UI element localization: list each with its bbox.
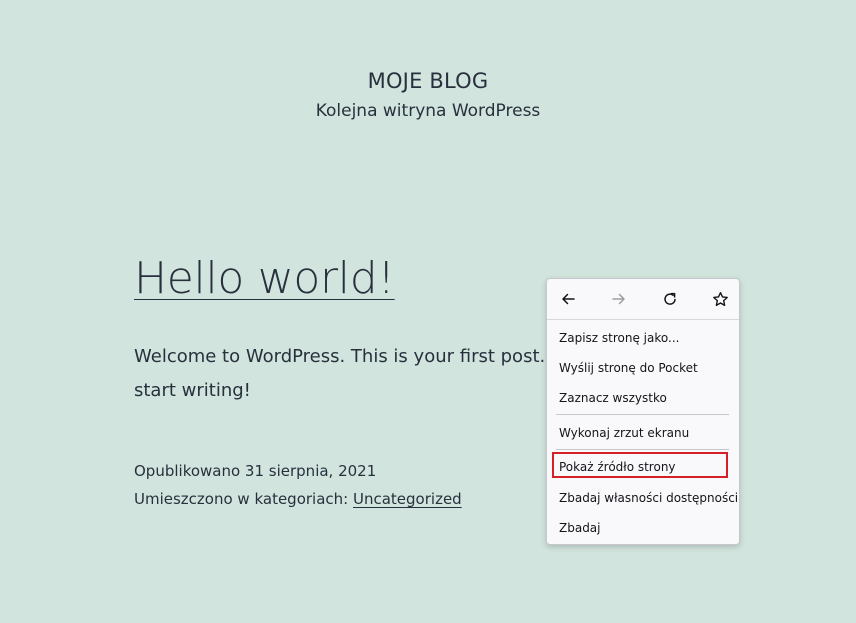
post-title-link[interactable]: Hello world! xyxy=(134,250,395,308)
forward-button[interactable] xyxy=(606,287,632,311)
post: Hello world! Welcome to WordPress. This … xyxy=(134,250,854,508)
site-header: MOJE BLOG Kolejna witryna WordPress xyxy=(0,64,856,123)
arrow-right-icon xyxy=(612,293,625,305)
reload-icon xyxy=(664,292,676,305)
site-title[interactable]: MOJE BLOG xyxy=(0,64,856,98)
context-menu-nav-row xyxy=(547,279,739,319)
categories-label: Umieszczono w kategoriach: xyxy=(134,490,353,508)
site-description: Kolejna witryna WordPress xyxy=(315,101,541,121)
menu-separator xyxy=(556,449,729,450)
menu-item-inspect-accessibility[interactable]: Zbadaj własności dostępności xyxy=(559,487,738,509)
menu-separator xyxy=(547,319,739,320)
menu-item-save-page[interactable]: Zapisz stronę jako... xyxy=(559,327,729,349)
post-content: Welcome to WordPress. This is your first… xyxy=(134,340,854,408)
menu-separator xyxy=(556,414,729,415)
post-categories: Umieszczono w kategoriach: Uncategorized xyxy=(134,485,462,513)
menu-item-take-screenshot[interactable]: Wykonaj zrzut ekranu xyxy=(559,422,729,444)
reload-button[interactable] xyxy=(657,287,683,311)
highlight-box xyxy=(552,452,728,478)
post-meta: Opublikowano 31 sierpnia, 2021 Umieszczo… xyxy=(134,457,462,513)
menu-item-inspect[interactable]: Zbadaj xyxy=(559,517,729,539)
bookmark-button[interactable] xyxy=(707,287,733,311)
post-published-date: Opublikowano 31 sierpnia, 2021 xyxy=(134,462,377,480)
context-menu: Zapisz stronę jako... Wyślij stronę do P… xyxy=(546,278,740,545)
menu-item-send-to-pocket[interactable]: Wyślij stronę do Pocket xyxy=(559,357,729,379)
post-content-line: start writing! xyxy=(134,380,251,401)
star-icon xyxy=(712,291,728,306)
menu-item-select-all[interactable]: Zaznacz wszystko xyxy=(559,387,729,409)
category-link[interactable]: Uncategorized xyxy=(353,490,462,508)
arrow-left-icon xyxy=(562,293,575,305)
post-content-line: Welcome to WordPress. This is your first… xyxy=(134,346,563,367)
back-button[interactable] xyxy=(555,287,581,311)
